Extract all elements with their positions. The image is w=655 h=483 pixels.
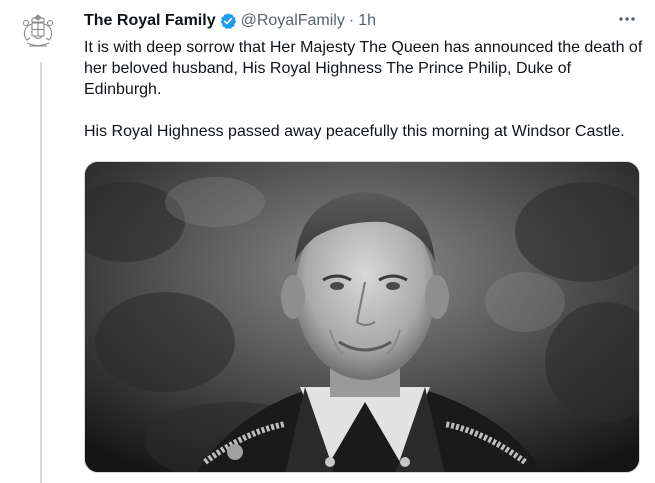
display-name[interactable]: The Royal Family — [84, 11, 216, 31]
separator-dot: · — [348, 12, 355, 29]
tweet-photo[interactable] — [84, 161, 640, 473]
tweet-header: The Royal Family @RoyalFamily · 1h — [84, 11, 376, 31]
tweet-paragraph-2: His Royal Highness passed away peacefull… — [84, 123, 625, 140]
more-button[interactable] — [613, 8, 641, 30]
more-icon — [619, 17, 635, 21]
avatar[interactable] — [14, 8, 62, 56]
thread-line — [40, 62, 42, 483]
portrait-photo — [85, 162, 639, 472]
verified-badge-icon — [219, 12, 237, 30]
tweet[interactable]: The Royal Family @RoyalFamily · 1h It is… — [0, 0, 655, 483]
royal-coat-of-arms-icon — [22, 14, 54, 47]
user-handle[interactable]: @RoyalFamily — [241, 11, 345, 31]
tweet-text: It is with deep sorrow that Her Majesty … — [84, 37, 644, 163]
timestamp[interactable]: 1h — [358, 11, 376, 31]
tweet-paragraph-1: It is with deep sorrow that Her Majesty … — [84, 39, 643, 98]
